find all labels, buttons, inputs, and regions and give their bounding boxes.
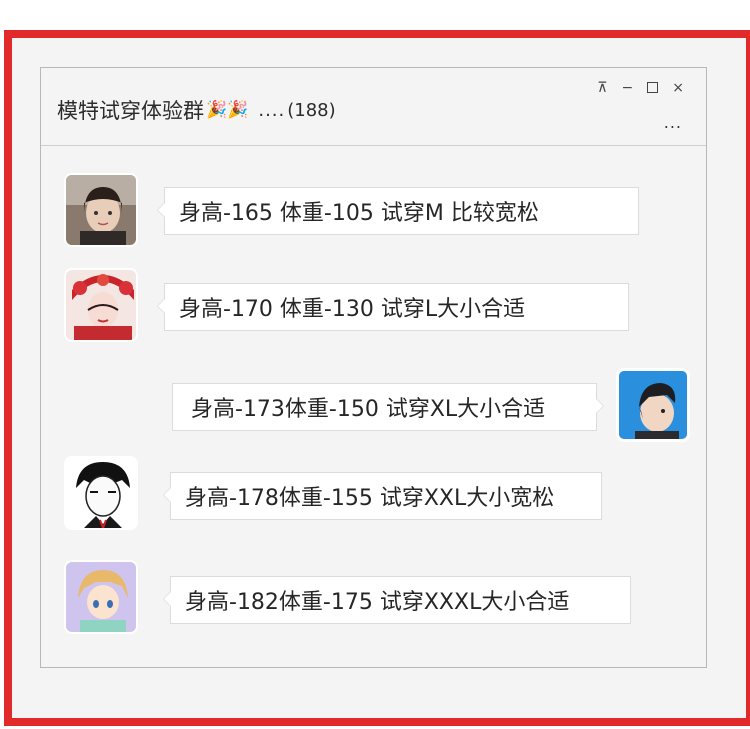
pin-icon[interactable]: ⊼ <box>597 80 607 96</box>
close-icon[interactable]: × <box>672 80 684 96</box>
maximize-icon[interactable] <box>647 82 659 93</box>
opera-girl-avatar[interactable] <box>64 268 138 342</box>
member-count: (188) <box>287 99 336 121</box>
chat-titlebar: 模特试穿体验群 🎉🎉 .... (188) ⊼ − × ... <box>41 68 706 146</box>
more-options-icon[interactable]: ... <box>664 113 682 132</box>
message-bubble-4[interactable]: 身高-178体重-155 试穿XXL大小宽松 <box>163 472 602 520</box>
anime-kid-avatar[interactable] <box>64 560 138 634</box>
party-popper-icon: 🎉🎉 <box>206 100 249 120</box>
minimize-icon[interactable]: − <box>622 80 634 96</box>
chat-title[interactable]: 模特试穿体验群 🎉🎉 .... (188) <box>57 95 336 125</box>
window-controls: ⊼ − × <box>597 80 684 96</box>
title-ellipsis: .... <box>258 99 286 121</box>
message-bubble-3[interactable]: 身高-173体重-150 试穿XL大小合适 <box>172 383 604 431</box>
girl-photo-avatar[interactable] <box>64 173 138 247</box>
group-name: 模特试穿体验群 <box>57 99 204 123</box>
message-bubble-5[interactable]: 身高-182体重-175 试穿XXXL大小合适 <box>163 576 631 624</box>
manga-boy-avatar[interactable] <box>64 456 138 530</box>
chat-window: 模特试穿体验群 🎉🎉 .... (188) ⊼ − × ... 身高-165 体… <box>40 67 707 668</box>
cartoon-boy-avatar[interactable] <box>616 368 690 442</box>
message-bubble-2[interactable]: 身高-170 体重-130 试穿L大小合适 <box>157 283 629 331</box>
message-bubble-1[interactable]: 身高-165 体重-105 试穿M 比较宽松 <box>157 187 639 235</box>
